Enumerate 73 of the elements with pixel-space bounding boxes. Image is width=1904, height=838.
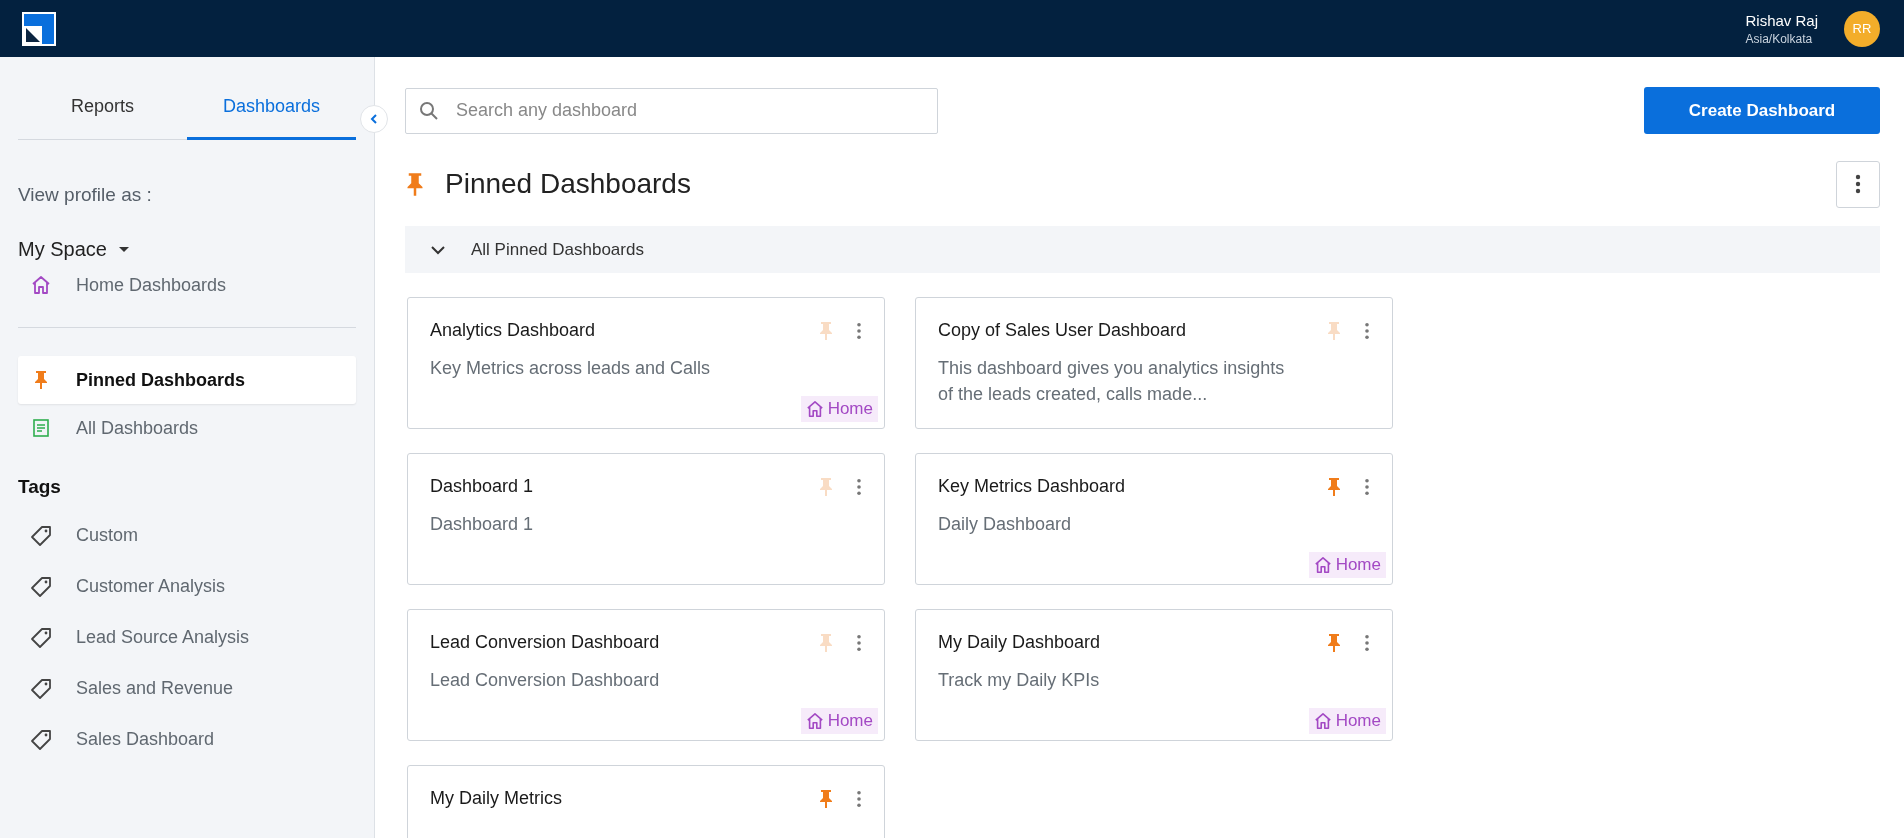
pin-icon — [405, 171, 425, 197]
home-tag: Home — [800, 396, 878, 422]
pin-icon[interactable] — [1326, 632, 1342, 653]
pin-icon[interactable] — [1326, 476, 1342, 497]
dashboard-card[interactable]: Key Metrics Dashboard Daily Dashboard Home — [915, 453, 1393, 585]
card-description: Dashboard 1 — [430, 513, 535, 536]
more-options-icon[interactable] — [856, 477, 862, 496]
card-description: This dashboard gives you analytics insights of the leads created, calls made... — [938, 357, 1286, 407]
card-title: Key Metrics Dashboard — [938, 476, 1127, 497]
collapse-sidebar-button[interactable] — [360, 105, 388, 133]
home-icon — [805, 712, 824, 730]
view-profile-label: View profile as : — [18, 184, 153, 206]
more-options-button[interactable] — [1836, 160, 1880, 208]
card-title: Copy of Sales User Dashboard — [938, 320, 1188, 341]
tag-icon — [30, 575, 52, 598]
profile-dropdown[interactable]: My Space — [18, 238, 129, 261]
card-description: Track my Daily KPIs — [938, 669, 1101, 692]
dashboard-card[interactable]: Copy of Sales User Dashboard This dashboard gives you analytics insights of the leads created, calls made... — [915, 297, 1393, 429]
card-description: Lead Conversion Dashboard — [430, 669, 661, 692]
tag-item[interactable]: Lead Source Analysis — [18, 612, 356, 663]
card-title: Lead Conversion Dashboard — [430, 632, 661, 653]
create-dashboard-button[interactable]: Create Dashboard — [1644, 87, 1880, 134]
card-description: Daily Dashboard — [938, 513, 1073, 536]
dashboard-card[interactable]: Analytics Dashboard Key Metrics across leads and Calls Home — [407, 297, 885, 429]
card-title: My Daily Metrics — [430, 788, 563, 809]
dashboard-card[interactable]: Dashboard 1 Dashboard 1 — [407, 453, 885, 585]
tag-item[interactable]: Custom — [18, 510, 356, 561]
document-list-icon — [30, 418, 52, 438]
user-timezone: Asia/Kolkata — [1745, 31, 1814, 46]
caret-icon — [118, 246, 129, 253]
sidebar-nav-item[interactable]: Pinned Dashboards — [18, 356, 356, 404]
home-tag: Home — [800, 708, 878, 734]
tag-item[interactable]: Customer Analysis — [18, 561, 356, 612]
home-tag: Home — [1308, 552, 1386, 578]
card-description: Key Metrics across leads and Calls — [430, 357, 712, 380]
logo-icon[interactable] — [22, 11, 56, 46]
more-options-icon[interactable] — [856, 321, 862, 340]
section-title: Pinned Dashboards — [445, 168, 692, 200]
home-icon — [805, 400, 824, 418]
card-title: Analytics Dashboard — [430, 320, 597, 341]
search-field[interactable]: Search any dashboard — [405, 87, 938, 134]
card-title: My Daily Dashboard — [938, 632, 1102, 653]
tag-item[interactable]: Sales and Revenue — [18, 663, 356, 714]
group-header[interactable]: All Pinned Dashboards — [405, 226, 1880, 273]
dashboard-card[interactable]: Lead Conversion Dashboard Lead Conversion Dashboard Home — [407, 609, 885, 741]
more-options-icon[interactable] — [1364, 321, 1370, 340]
tags-heading: Tags — [18, 476, 62, 498]
sidebar-tab[interactable]: Dashboards — [187, 75, 356, 140]
more-options-icon — [1855, 174, 1861, 194]
tag-icon — [30, 677, 52, 700]
chevron-down-icon — [431, 244, 445, 255]
sidebar-nav-item[interactable]: All Dashboards — [18, 404, 356, 452]
dashboard-card[interactable]: My Daily Dashboard Track my Daily KPIs Home — [915, 609, 1393, 741]
dashboard-card[interactable]: My Daily Metrics — [407, 765, 885, 838]
more-options-icon[interactable] — [1364, 633, 1370, 652]
home-icon — [1313, 712, 1332, 730]
user-name: Rishav Raj — [1745, 11, 1818, 29]
tag-icon — [30, 524, 52, 547]
home-icon — [1313, 556, 1332, 574]
home-tag: Home — [1308, 708, 1386, 734]
sidebar-tab[interactable]: Reports — [18, 75, 187, 140]
tag-icon — [30, 626, 52, 649]
more-options-icon[interactable] — [856, 789, 862, 808]
pin-icon[interactable] — [818, 788, 834, 809]
chevron-left-icon — [369, 114, 379, 124]
search-icon — [419, 100, 439, 121]
more-options-icon[interactable] — [856, 633, 862, 652]
tag-item[interactable]: Sales Dashboard — [18, 714, 356, 765]
home-dashboards-item[interactable]: Home Dashboards — [18, 261, 356, 309]
more-options-icon[interactable] — [1364, 477, 1370, 496]
card-title: Dashboard 1 — [430, 476, 535, 497]
tag-icon — [30, 728, 52, 751]
home-icon — [30, 275, 52, 295]
